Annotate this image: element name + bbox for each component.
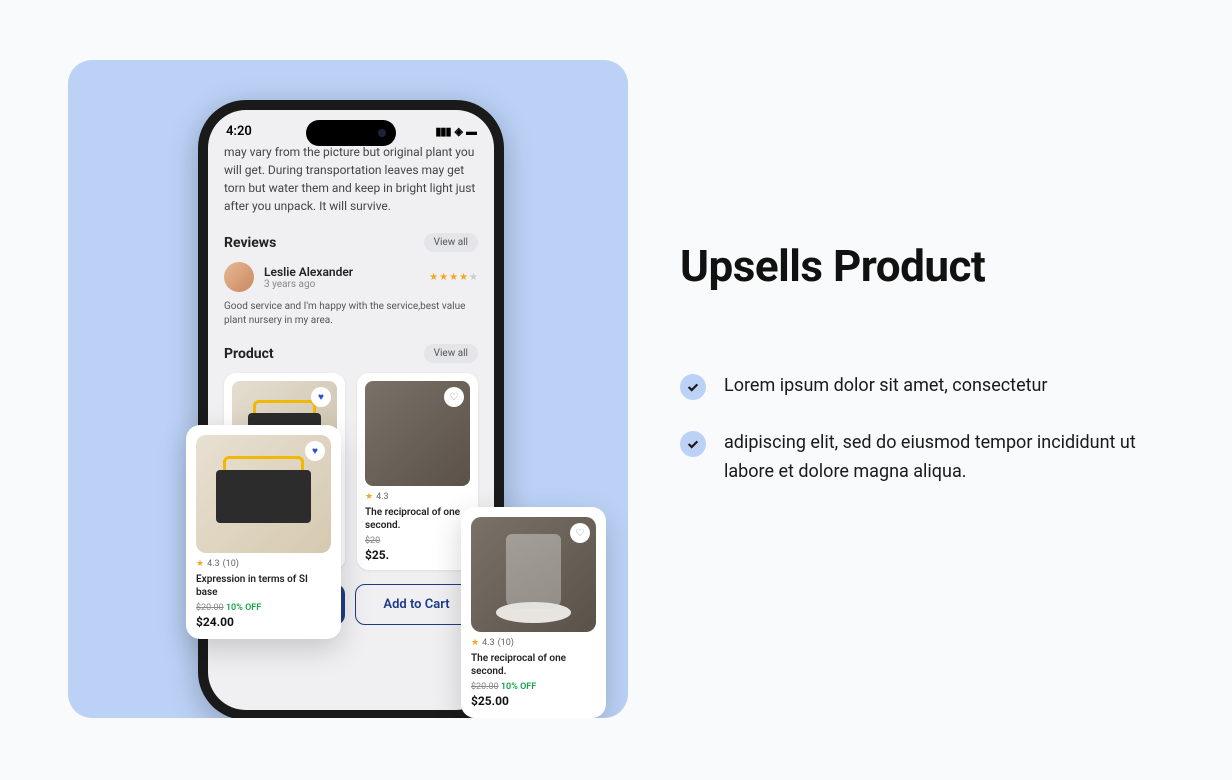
star-icon: ★ <box>469 272 478 283</box>
floating-product-card[interactable]: ♡ ★ 4.3 (10) The reciprocal of one secon… <box>461 507 606 718</box>
card-rating: ★ 4.3 (10) <box>471 638 596 648</box>
rating-value: 4.3 <box>207 559 220 569</box>
favorite-button[interactable]: ♡ <box>444 387 464 407</box>
card-price-row: $20.00 10% OFF <box>471 682 596 692</box>
star-icon: ★ <box>449 272 458 283</box>
reviews-view-all[interactable]: View all <box>424 233 478 252</box>
product-image: ♡ <box>471 517 596 632</box>
card-price-row: $20.00 10% OFF <box>196 603 331 613</box>
card-title: The reciprocal of one second. <box>365 506 470 532</box>
avatar <box>224 262 254 292</box>
favorite-button[interactable]: ♡ <box>570 523 590 543</box>
product-description: may vary from the picture but original p… <box>224 143 478 215</box>
upsell-view-all[interactable]: View all <box>424 344 478 363</box>
rating-value: 4.3 <box>376 492 389 502</box>
star-icon: ★ <box>365 492 373 502</box>
bullet-text: Lorem ipsum dolor sit amet, consectetur <box>724 372 1048 401</box>
floating-product-card[interactable]: ♥ ★ 4.3 (10) Expression in terms of SI b… <box>186 425 341 639</box>
showcase-panel: 4:20 ▮▮▮ ◈ ▬ may vary from the picture b… <box>68 60 628 718</box>
discount: 10% OFF <box>501 682 536 692</box>
star-icon: ★ <box>439 272 448 283</box>
canvas: 4:20 ▮▮▮ ◈ ▬ may vary from the picture b… <box>0 0 1232 780</box>
product-illustration <box>506 534 561 609</box>
upsell-title: Product <box>224 346 274 362</box>
bullet-text: adipiscing elit, sed do eiusmod tempor i… <box>724 429 1160 487</box>
star-icon: ★ <box>471 638 479 648</box>
card-rating: ★ 4.3 <box>365 492 470 502</box>
page-heading: Upsells Product <box>680 240 1160 292</box>
price: $25.00 <box>471 694 596 708</box>
favorite-button[interactable]: ♥ <box>305 441 325 461</box>
rating-value: 4.3 <box>482 638 495 648</box>
heart-icon: ♥ <box>318 392 324 403</box>
rating-count: (10) <box>498 638 514 648</box>
heart-icon: ♡ <box>450 392 459 403</box>
card-price-row: $20 <box>365 536 470 546</box>
reviewer-name: Leslie Alexander <box>264 265 353 279</box>
status-indicators: ▮▮▮ ◈ ▬ <box>435 125 476 138</box>
wifi-icon: ◈ <box>455 125 462 138</box>
battery-icon: ▬ <box>466 125 476 138</box>
card-title: The reciprocal of one second. <box>471 652 596 678</box>
review-stars: ★ ★ ★ ★ ★ <box>429 272 478 283</box>
reviews-header: Reviews View all <box>224 233 478 252</box>
add-to-cart-button[interactable]: Add to Cart <box>355 584 478 625</box>
check-badge <box>680 431 706 457</box>
reviews-title: Reviews <box>224 235 276 251</box>
phone-notch <box>306 120 396 146</box>
old-price: $20.00 <box>471 682 499 692</box>
star-icon: ★ <box>196 559 204 569</box>
upsell-card[interactable]: ♡ ★ 4.3 The reciprocal of one second. $2… <box>357 373 478 570</box>
product-illustration <box>216 470 311 523</box>
camera-dot <box>378 129 386 137</box>
upsell-header: Product View all <box>224 344 478 363</box>
right-content: Upsells Product Lorem ipsum dolor sit am… <box>680 240 1160 514</box>
rating-count: (10) <box>223 559 239 569</box>
bullet-item: adipiscing elit, sed do eiusmod tempor i… <box>680 429 1160 487</box>
price: $24.00 <box>196 615 331 629</box>
product-image: ♥ <box>196 435 331 553</box>
status-time: 4:20 <box>226 124 252 139</box>
card-rating: ★ 4.3 (10) <box>196 559 331 569</box>
reviewer-time: 3 years ago <box>264 279 353 290</box>
star-icon: ★ <box>459 272 468 283</box>
old-price: $20.00 <box>196 603 224 613</box>
favorite-button[interactable]: ♥ <box>311 387 331 407</box>
check-icon <box>686 380 700 394</box>
product-image: ♡ <box>365 381 470 486</box>
bullet-item: Lorem ipsum dolor sit amet, consectetur <box>680 372 1160 401</box>
review-text: Good service and I'm happy with the serv… <box>224 300 478 328</box>
check-badge <box>680 374 706 400</box>
heart-icon: ♡ <box>576 528 585 539</box>
heart-icon: ♥ <box>312 446 318 457</box>
review-item: Leslie Alexander 3 years ago ★ ★ ★ ★ ★ <box>224 262 478 292</box>
price: $25. <box>365 548 470 562</box>
check-icon <box>686 437 700 451</box>
card-title: Expression in terms of SI base <box>196 573 331 599</box>
discount: 10% OFF <box>226 603 261 613</box>
old-price: $20 <box>365 536 380 546</box>
signal-icon: ▮▮▮ <box>435 125 450 138</box>
star-icon: ★ <box>429 272 438 283</box>
